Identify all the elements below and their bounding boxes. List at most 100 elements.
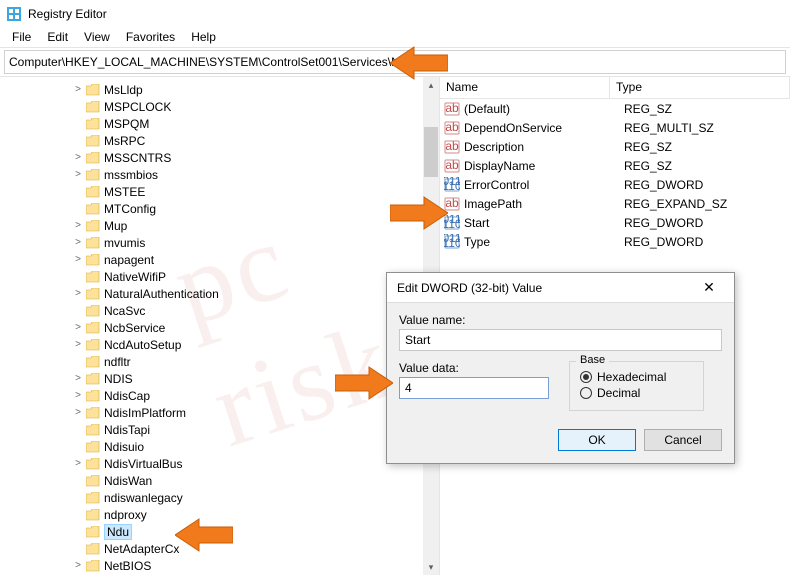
tree-item[interactable]: > MsLldp [0,81,439,98]
tree-item[interactable]: >NcdAutoSetup [0,336,439,353]
tree-item-label: NDIS [104,372,133,386]
folder-icon [86,526,100,538]
menu-file[interactable]: File [4,28,39,47]
value-icon: ab [444,139,460,155]
value-name: DisplayName [464,159,624,173]
svg-text:ab: ab [445,120,459,134]
tree-item-label: MsRPC [104,134,145,148]
cancel-button[interactable]: Cancel [644,429,722,451]
tree-item[interactable]: >mssmbios [0,166,439,183]
tree-item[interactable]: MSPCLOCK [0,98,439,115]
value-name: DependOnService [464,121,624,135]
value-icon: 011110 [444,177,460,193]
close-icon[interactable]: ✕ [694,279,724,296]
ok-button[interactable]: OK [558,429,636,451]
value-icon: ab [444,120,460,136]
tree-item[interactable]: MSPQM [0,115,439,132]
value-row[interactable]: ab DisplayNameREG_SZ [440,156,790,175]
chevron-icon[interactable]: > [72,322,84,333]
menu-help[interactable]: Help [183,28,224,47]
tree-item-label: MsLldp [104,83,143,97]
chevron-icon[interactable]: > [72,254,84,265]
tree-item-label: NetAdapterCx [104,542,179,556]
folder-icon [86,203,100,215]
value-row[interactable]: abImagePathREG_EXPAND_SZ [440,194,790,213]
tree-item[interactable]: > NaturalAuthentication [0,285,439,302]
tree-item[interactable]: >NdisVirtualBus [0,455,439,472]
scroll-thumb[interactable] [424,127,438,177]
titlebar: Registry Editor [0,0,790,28]
chevron-icon[interactable]: > [72,407,84,418]
folder-icon [86,492,100,504]
tree-item[interactable]: > NetBIOS [0,557,439,574]
value-icon: ab [444,101,460,117]
tree-item-label: NdisCap [104,389,150,403]
tree-item[interactable]: NativeWifiP [0,268,439,285]
value-name: Start [464,216,624,230]
tree-item[interactable]: >NdisImPlatform [0,404,439,421]
tree-item-label: ndproxy [104,508,147,522]
chevron-icon[interactable]: > [72,560,84,571]
tree-item[interactable]: NdisWan [0,472,439,489]
svg-text:ab: ab [445,139,459,153]
svg-text:ab: ab [445,158,459,172]
tree-item[interactable]: MTConfig [0,200,439,217]
tree-item-label: NcbService [104,321,165,335]
tree-item-label: NetBIOS [104,559,151,573]
chevron-icon[interactable]: > [72,339,84,350]
value-name: Type [464,235,624,249]
menu-view[interactable]: View [76,28,118,47]
value-name: Description [464,140,624,154]
chevron-icon[interactable]: > [72,84,84,95]
value-type: REG_EXPAND_SZ [624,197,727,211]
menu-favorites[interactable]: Favorites [118,28,183,47]
col-name[interactable]: Name [440,77,610,98]
tree-item[interactable]: MsRPC [0,132,439,149]
chevron-icon[interactable]: > [72,169,84,180]
tree-item[interactable]: > napagent [0,251,439,268]
folder-icon [86,101,100,113]
tree-item[interactable]: ndiswanlegacy [0,489,439,506]
folder-icon [86,543,100,555]
tree-item[interactable]: MSTEE [0,183,439,200]
value-row[interactable]: 011110TypeREG_DWORD [440,232,790,251]
folder-icon [86,152,100,164]
chevron-icon[interactable]: > [72,237,84,248]
tree-item[interactable]: >mvumis [0,234,439,251]
chevron-icon[interactable]: > [72,373,84,384]
tree-item-label: NaturalAuthentication [104,287,219,301]
radio-dot-icon [580,387,592,399]
tree-item[interactable]: > NcbService [0,319,439,336]
chevron-icon[interactable]: > [72,390,84,401]
scroll-down-icon[interactable]: ▾ [423,559,439,575]
value-row[interactable]: abDescriptionREG_SZ [440,137,790,156]
chevron-icon[interactable]: > [72,220,84,231]
value-data-label: Value data: [399,361,549,375]
tree-item[interactable]: >Mup [0,217,439,234]
folder-icon [86,254,100,266]
value-row[interactable]: 011110StartREG_DWORD [440,213,790,232]
chevron-icon[interactable]: > [72,288,84,299]
folder-icon [86,169,100,181]
svg-text:110: 110 [444,236,460,250]
tree-item[interactable]: Ndisuio [0,438,439,455]
value-row[interactable]: abDependOnServiceREG_MULTI_SZ [440,118,790,137]
col-type[interactable]: Type [610,77,790,98]
menu-edit[interactable]: Edit [39,28,76,47]
value-type: REG_DWORD [624,216,703,230]
tree-item-label: NdisWan [104,474,152,488]
value-type: REG_SZ [624,159,672,173]
tree-item[interactable]: NcaSvc [0,302,439,319]
tree-item[interactable]: >MSSCNTRS [0,149,439,166]
chevron-icon[interactable]: > [72,152,84,163]
value-row[interactable]: 011110ErrorControlREG_DWORD [440,175,790,194]
radio-decimal[interactable]: Decimal [580,386,693,400]
value-type: REG_SZ [624,102,672,116]
radio-hexadecimal[interactable]: Hexadecimal [580,370,693,384]
value-row[interactable]: ab(Default)REG_SZ [440,99,790,118]
value-name-label: Value name: [399,313,722,327]
chevron-icon[interactable]: > [72,458,84,469]
value-data-input[interactable] [399,377,549,399]
tree-item[interactable]: NdisTapi [0,421,439,438]
tree-item-label: napagent [104,253,154,267]
